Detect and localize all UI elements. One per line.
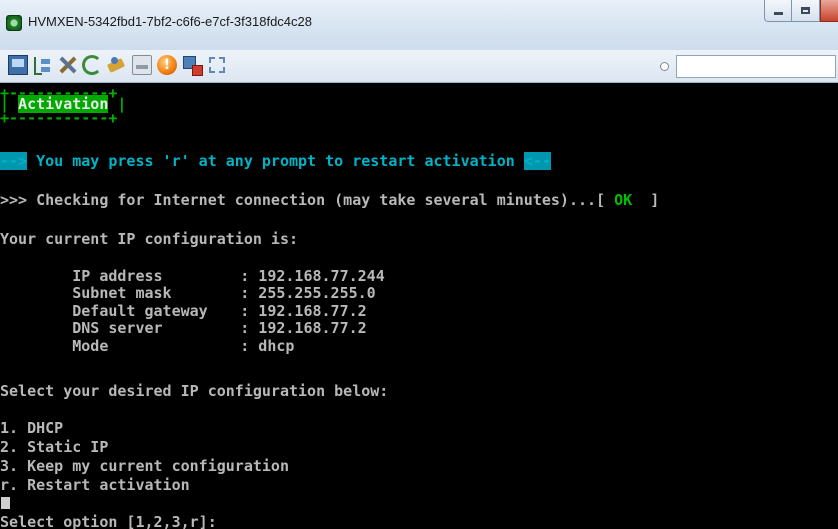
tools-icon[interactable] — [57, 55, 77, 75]
menu-option: 1. DHCP — [0, 419, 64, 437]
minimize-icon — [773, 12, 783, 15]
select-prompt[interactable]: Select option [1,2,3,r]: — [0, 514, 217, 529]
tree-icon[interactable] — [32, 55, 52, 75]
maximize-icon — [801, 7, 810, 14]
console-icon[interactable] — [8, 55, 28, 75]
select-config-header: Select your desired IP configuration bel… — [0, 382, 389, 400]
network-icon[interactable] — [182, 55, 203, 76]
search-input[interactable] — [676, 55, 836, 78]
config-label: IP address — [72, 267, 163, 285]
config-row: Default gateway : 192.168.77.2 — [0, 302, 367, 320]
config-row: IP address : 192.168.77.244 — [0, 268, 385, 285]
window-title: HVMXEN-5342fbd1-7bf2-c6f6-e7cf-3f318fdc4… — [28, 14, 312, 29]
config-row: Subnet mask : 255.255.255.0 — [0, 284, 376, 302]
check-text: >>> Checking for Internet connection (ma… — [0, 191, 615, 209]
close-button[interactable] — [820, 0, 838, 22]
title-bar: HVMXEN-5342fbd1-7bf2-c6f6-e7cf-3f318fdc4… — [0, 0, 838, 51]
fullscreen-icon[interactable] — [207, 55, 227, 75]
config-label: DNS server — [72, 319, 163, 337]
config-value: : 255.255.255.0 — [240, 284, 376, 302]
alert-icon[interactable] — [157, 55, 177, 75]
status-ok: OK — [614, 191, 633, 209]
config-row: DNS server : 192.168.77.2 — [0, 319, 367, 337]
hint-text: You may press 'r' at any prompt to resta… — [27, 152, 524, 170]
connection-check-line: >>> Checking for Internet connection (ma… — [0, 192, 659, 209]
restart-hint-line: --> You may press 'r' at any prompt to r… — [0, 152, 551, 170]
config-label: Default gateway — [72, 302, 208, 320]
radio-icon[interactable] — [660, 62, 669, 71]
check-end: ] — [632, 191, 660, 209]
toolbar — [0, 50, 838, 83]
terminal-console[interactable]: +-----------+ | Activation | +----------… — [0, 83, 838, 529]
config-value: : dhcp — [240, 337, 295, 355]
config-label: Mode — [72, 337, 109, 355]
maximize-button[interactable] — [792, 0, 820, 22]
box-side-right: | — [117, 95, 127, 113]
hint-suffix-arrow: <-- — [523, 152, 551, 170]
config-row: Mode : dhcp — [0, 338, 294, 355]
text-cursor — [1, 497, 10, 509]
media-icon[interactable] — [132, 55, 152, 75]
vm-console-window: HVMXEN-5342fbd1-7bf2-c6f6-e7cf-3f318fdc4… — [0, 0, 838, 529]
menu-option: r. Restart activation — [0, 476, 190, 494]
config-value: : 192.168.77.244 — [240, 267, 385, 285]
config-label: Subnet mask — [72, 284, 172, 302]
refresh-icon[interactable] — [82, 55, 102, 75]
current-config-header: Your current IP configuration is: — [0, 230, 299, 248]
search-area — [634, 54, 838, 80]
settings-icon[interactable] — [107, 55, 127, 75]
config-value: : 192.168.77.2 — [240, 302, 367, 320]
menu-option: 2. Static IP — [0, 438, 109, 456]
vm-app-icon — [6, 15, 22, 31]
minimize-button[interactable] — [764, 0, 792, 22]
menu-option: 3. Keep my current configuration — [0, 457, 289, 475]
hint-prefix-arrow: --> — [0, 152, 28, 170]
box-bottom-border: +-----------+ — [0, 109, 118, 127]
config-value: : 192.168.77.2 — [240, 319, 367, 337]
